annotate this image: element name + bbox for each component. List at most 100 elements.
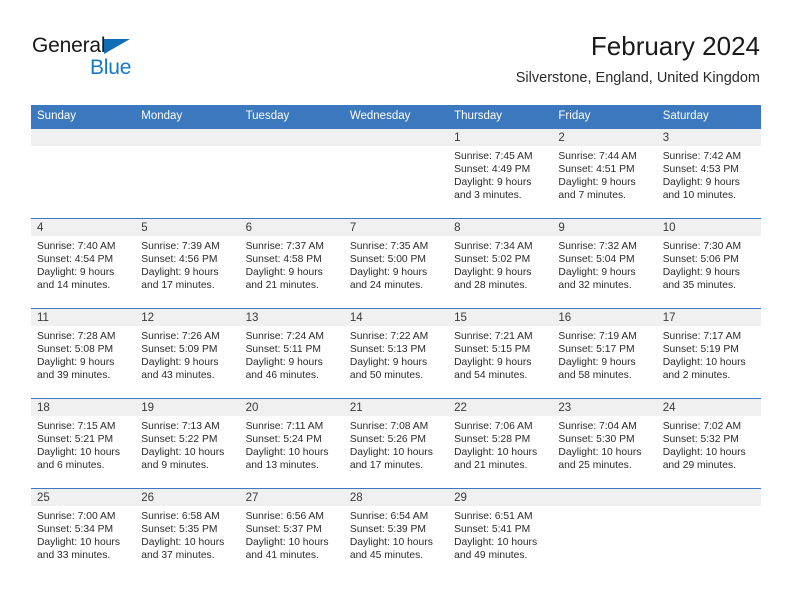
day-cell[interactable]: 11 Sunrise: 7:28 AM Sunset: 5:08 PM Dayligh… [31, 309, 136, 398]
day-cell[interactable]: 17 Sunrise: 7:17 AM Sunset: 5:19 PM Dayligh… [656, 309, 761, 398]
page-title: February 2024 [590, 31, 760, 61]
day-daylight2-text: and 2 minutes. [662, 370, 731, 382]
day-sunset-text: Sunset: 5:26 PM [349, 434, 426, 446]
day-cell[interactable]: 8 Sunrise: 7:34 AM Sunset: 5:02 PM Daylight… [448, 219, 553, 308]
day-daylight1-text: Daylight: 9 hours [454, 357, 532, 369]
day-details: Sunrise: 7:35 AM Sunset: 5:00 PM Daylight:… [344, 236, 448, 292]
day-daylight2-text: and 17 minutes. [349, 460, 424, 472]
day-cell[interactable]: 26 Sunrise: 6:58 AM Sunset: 5:35 PM Dayligh… [135, 489, 240, 578]
day-sunrise-text: Sunrise: 7:06 AM [454, 421, 533, 432]
day-cell[interactable]: 6 Sunrise: 7:37 AM Sunset: 4:58 PM Daylight… [239, 219, 344, 308]
day-daylight1-text: Daylight: 9 hours [558, 267, 636, 279]
calendar-week-row: 11 Sunrise: 7:28 AM Sunset: 5:08 PM Dayligh… [31, 308, 761, 398]
day-number: 29 [448, 489, 553, 506]
day-details: Sunrise: 7:24 AM Sunset: 5:11 PM Daylight:… [240, 326, 344, 382]
day-cell[interactable]: 29 Sunrise: 6:51 AM Sunset: 5:41 PM Dayligh… [448, 489, 553, 578]
day-sunset-text: Sunset: 5:41 PM [454, 524, 531, 536]
day-number: 14 [343, 309, 449, 326]
day-cell[interactable]: 12 Sunrise: 7:26 AM Sunset: 5:09 PM Dayligh… [135, 309, 240, 398]
day-cell[interactable]: 25 Sunrise: 7:00 AM Sunset: 5:34 PM Dayligh… [31, 489, 136, 578]
day-sunset-text: Sunset: 5:04 PM [558, 254, 635, 266]
day-daylight2-text: and 50 minutes. [349, 370, 424, 382]
day-number: 9 [552, 219, 657, 236]
blue-triangle-flag-icon [104, 39, 130, 54]
day-daylight1-text: Daylight: 10 hours [454, 447, 538, 459]
day-cell[interactable]: 13 Sunrise: 7:24 AM Sunset: 5:11 PM Dayligh… [239, 309, 344, 398]
day-cell[interactable]: 4 Sunrise: 7:40 AM Sunset: 4:54 PM Daylight… [31, 219, 136, 308]
day-number: 6 [239, 219, 344, 236]
day-cell[interactable]: 2 Sunrise: 7:44 AM Sunset: 4:51 PM Daylight… [552, 129, 657, 218]
day-daylight1-text: Daylight: 10 hours [37, 537, 120, 549]
day-sunset-text: Sunset: 5:08 PM [37, 344, 114, 356]
day-cell[interactable]: 15 Sunrise: 7:21 AM Sunset: 5:15 PM Dayligh… [448, 309, 553, 398]
day-daylight1-text: Daylight: 10 hours [454, 537, 538, 549]
day-sunrise-text: Sunrise: 6:58 AM [141, 511, 220, 522]
day-sunset-text: Sunset: 4:53 PM [662, 164, 739, 176]
day-cell[interactable]: 14 Sunrise: 7:22 AM Sunset: 5:13 PM Dayligh… [343, 309, 449, 398]
day-number: 16 [552, 309, 657, 326]
day-cell-empty [343, 129, 449, 218]
day-cell[interactable]: 19 Sunrise: 7:13 AM Sunset: 5:22 PM Dayligh… [135, 399, 240, 488]
day-cell[interactable]: 10 Sunrise: 7:30 AM Sunset: 5:06 PM Dayligh… [656, 219, 761, 308]
day-daylight2-text: and 24 minutes. [349, 280, 424, 292]
day-daylight1-text: Daylight: 10 hours [245, 447, 329, 459]
day-cell[interactable]: 23 Sunrise: 7:04 AM Sunset: 5:30 PM Dayligh… [552, 399, 657, 488]
day-details: Sunrise: 7:34 AM Sunset: 5:02 PM Daylight:… [448, 236, 552, 292]
day-number: 18 [31, 399, 136, 416]
day-sunset-text: Sunset: 4:51 PM [558, 164, 635, 176]
day-details: Sunrise: 7:08 AM Sunset: 5:26 PM Daylight:… [344, 416, 448, 472]
day-number: 3 [656, 129, 761, 146]
day-sunset-text: Sunset: 5:32 PM [662, 434, 739, 446]
day-daylight1-text: Daylight: 9 hours [37, 357, 115, 369]
day-details [31, 146, 135, 150]
day-sunrise-text: Sunrise: 7:32 AM [558, 241, 637, 252]
day-cell[interactable]: 16 Sunrise: 7:19 AM Sunset: 5:17 PM Dayligh… [552, 309, 657, 398]
day-cell[interactable]: 7 Sunrise: 7:35 AM Sunset: 5:00 PM Daylight… [343, 219, 449, 308]
day-details: Sunrise: 6:56 AM Sunset: 5:37 PM Daylight:… [240, 506, 344, 562]
day-details: Sunrise: 7:44 AM Sunset: 4:51 PM Daylight:… [552, 146, 656, 202]
day-daylight2-text: and 46 minutes. [245, 370, 319, 382]
day-cell[interactable]: 3 Sunrise: 7:42 AM Sunset: 4:53 PM Daylight… [656, 129, 761, 218]
day-details: Sunrise: 7:17 AM Sunset: 5:19 PM Daylight:… [657, 326, 761, 382]
day-daylight1-text: Daylight: 9 hours [141, 267, 219, 279]
day-cell[interactable]: 21 Sunrise: 7:08 AM Sunset: 5:26 PM Dayligh… [343, 399, 449, 488]
brand-logo[interactable]: General Blue [32, 30, 252, 90]
day-daylight2-text: and 35 minutes. [662, 280, 736, 292]
day-sunset-text: Sunset: 5:06 PM [662, 254, 739, 266]
day-daylight2-text: and 25 minutes. [558, 460, 632, 472]
day-daylight1-text: Daylight: 9 hours [245, 267, 323, 279]
day-sunset-text: Sunset: 5:30 PM [558, 434, 635, 446]
day-number: 26 [135, 489, 240, 506]
calendar-page: General Blue February 2024 Silverstone, … [0, 0, 792, 612]
day-daylight1-text: Daylight: 9 hours [141, 357, 219, 369]
day-cell[interactable]: 24 Sunrise: 7:02 AM Sunset: 5:32 PM Dayligh… [656, 399, 761, 488]
day-details [240, 146, 344, 150]
day-cell[interactable]: 9 Sunrise: 7:32 AM Sunset: 5:04 PM Daylight… [552, 219, 657, 308]
day-sunset-text: Sunset: 5:00 PM [349, 254, 426, 266]
day-cell[interactable]: 18 Sunrise: 7:15 AM Sunset: 5:21 PM Dayligh… [31, 399, 136, 488]
day-details: Sunrise: 7:32 AM Sunset: 5:04 PM Daylight:… [552, 236, 656, 292]
day-number [239, 129, 344, 146]
day-details [657, 506, 761, 510]
day-daylight1-text: Daylight: 10 hours [349, 447, 433, 459]
day-cell[interactable]: 20 Sunrise: 7:11 AM Sunset: 5:24 PM Dayligh… [239, 399, 344, 488]
day-number: 28 [343, 489, 449, 506]
day-sunrise-text: Sunrise: 7:45 AM [454, 151, 533, 162]
day-cell-empty [239, 129, 344, 218]
weekday-header-sunday: Sunday [37, 110, 77, 122]
day-details: Sunrise: 7:30 AM Sunset: 5:06 PM Daylight:… [657, 236, 761, 292]
day-cell[interactable]: 5 Sunrise: 7:39 AM Sunset: 4:56 PM Daylight… [135, 219, 240, 308]
day-cell[interactable]: 27 Sunrise: 6:56 AM Sunset: 5:37 PM Dayligh… [239, 489, 344, 578]
day-cell[interactable]: 1 Sunrise: 7:45 AM Sunset: 4:49 PM Daylight… [448, 129, 553, 218]
day-daylight2-text: and 32 minutes. [558, 280, 632, 292]
day-daylight1-text: Daylight: 10 hours [141, 537, 225, 549]
day-daylight2-text: and 37 minutes. [141, 550, 215, 562]
day-cell[interactable]: 22 Sunrise: 7:06 AM Sunset: 5:28 PM Dayligh… [448, 399, 553, 488]
day-daylight1-text: Daylight: 9 hours [558, 357, 636, 369]
day-details: Sunrise: 7:28 AM Sunset: 5:08 PM Daylight:… [31, 326, 135, 382]
day-cell-empty [31, 129, 136, 218]
day-daylight1-text: Daylight: 9 hours [454, 267, 532, 279]
day-daylight1-text: Daylight: 9 hours [349, 267, 428, 279]
day-cell[interactable]: 28 Sunrise: 6:54 AM Sunset: 5:39 PM Dayligh… [343, 489, 449, 578]
day-number: 20 [239, 399, 344, 416]
